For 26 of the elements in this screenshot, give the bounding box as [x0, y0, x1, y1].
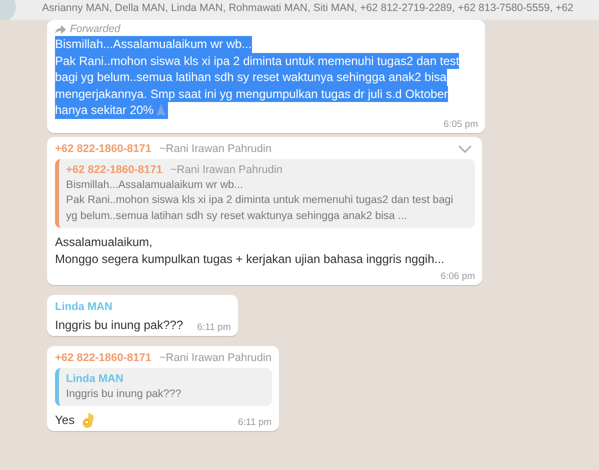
quoted-sender: +62 822-1860-8171: [66, 162, 162, 176]
quoted-text-line: Pak Rani..mohon siswa kls xi ipa 2 diminta untuk memenuhi tugas2 dan test bagi: [66, 193, 454, 208]
quoted-message[interactable]: Linda MAN Inggris bu inung pak???: [55, 368, 272, 406]
message-text: Inggris bu inung pak???: [55, 317, 184, 334]
forward-arrow-icon: [55, 25, 66, 34]
quoted-sender-name: ~Rani Irawan Pahrudin: [170, 162, 283, 176]
message-text-line: Monggo segera kumpulkan tugas + kerjakan ujian bahasa inggris nggih...: [55, 250, 444, 267]
quoted-text-line: Inggris bu inung pak???: [66, 386, 182, 402]
message-time: 6:06 pm: [440, 271, 475, 283]
message-time: 6:11 pm: [197, 322, 231, 334]
message-time: 6:05 pm: [444, 118, 478, 130]
message-text-line: Assalamualaikum,: [55, 234, 152, 250]
sender-alias: ~Rani Irawan Pahrudin: [159, 350, 272, 364]
sender-alias: ~Rani Irawan Pahrudin: [159, 142, 272, 156]
sender-name[interactable]: +62 822-1860-8171: [55, 350, 152, 364]
participants-list: Asrianny MAN, Della MAN, Linda MAN, Rohmawati MAN, Siti MAN, +62 812-2719-2289, +62 813-7580-5559, +62: [42, 2, 574, 14]
sender-name[interactable]: +62 822-1860-8171: [55, 142, 152, 156]
quoted-text-line: yg belum..semua latihan sdh sy reset waktunya sehingga anak2 bisa ...: [66, 208, 408, 224]
quoted-text-line: Bismillah...Assalamualaikum wr wb...: [66, 178, 244, 192]
message-text: Yes: [55, 412, 95, 429]
quoted-message[interactable]: [55, 158, 475, 228]
sender-name[interactable]: Linda MAN: [55, 300, 112, 314]
quoted-sender: Linda MAN: [66, 372, 124, 386]
chevron-down-icon[interactable]: [458, 144, 472, 152]
message-time: 6:11 pm: [238, 417, 272, 429]
forwarded-label: Forwarded: [55, 23, 478, 36]
